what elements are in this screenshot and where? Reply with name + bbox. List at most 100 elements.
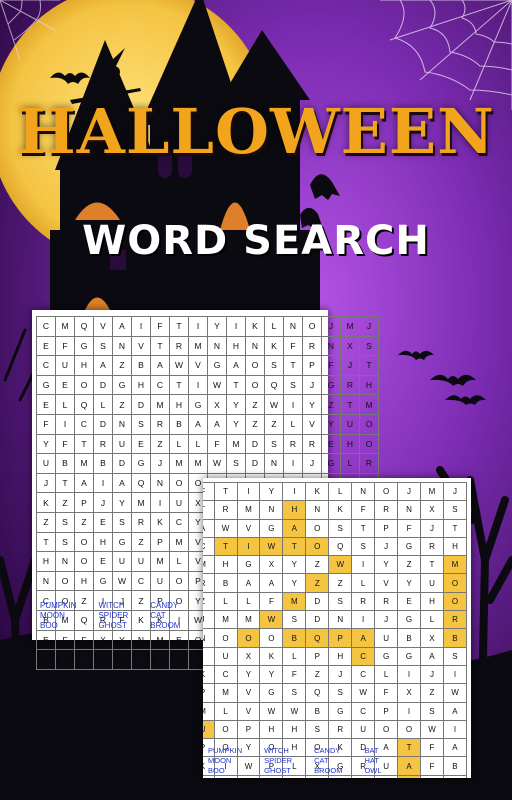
letter-cell[interactable]: S — [282, 610, 307, 630]
letter-cell[interactable]: N — [245, 335, 265, 357]
letter-cell[interactable]: R — [169, 335, 189, 357]
letter-cell[interactable]: G — [207, 355, 227, 376]
letter-cell[interactable]: Z — [245, 394, 265, 415]
letter-cell[interactable]: J — [36, 472, 56, 494]
letter-cell[interactable]: L — [169, 433, 189, 455]
letter-cell[interactable]: G — [74, 335, 94, 357]
letter-cell[interactable]: T — [150, 335, 170, 357]
letter-cell[interactable]: R — [328, 719, 353, 740]
letter-cell[interactable]: S — [131, 413, 151, 435]
letter-cell[interactable]: M — [150, 629, 170, 651]
letter-cell[interactable]: W — [112, 570, 132, 592]
letter-cell[interactable]: Y — [226, 394, 246, 415]
letter-cell[interactable]: S — [55, 531, 75, 553]
letter-cell[interactable]: M — [226, 433, 246, 455]
letter-cell[interactable]: R — [374, 774, 399, 778]
letter-cell[interactable]: E — [36, 335, 56, 357]
letter-cell[interactable]: O — [55, 570, 75, 592]
letter-cell[interactable]: O — [305, 518, 330, 538]
letter-cell[interactable]: N — [328, 610, 353, 630]
letter-cell[interactable]: R — [131, 511, 151, 533]
letter-cell[interactable]: O — [374, 719, 399, 740]
letter-cell[interactable]: N — [203, 628, 215, 648]
letter-cell[interactable]: B — [55, 453, 75, 474]
letter-cell[interactable]: E — [169, 629, 189, 651]
letter-cell[interactable]: H — [340, 433, 360, 455]
letter-cell[interactable]: L — [213, 701, 238, 721]
letter-cell[interactable]: H — [169, 394, 189, 415]
letter-cell[interactable]: J — [321, 316, 341, 337]
letter-cell[interactable]: L — [351, 573, 376, 593]
letter-cell[interactable]: G — [397, 646, 421, 666]
letter-cell[interactable]: Q — [74, 394, 94, 415]
letter-cell[interactable]: M — [169, 453, 189, 474]
letter-cell[interactable]: O — [213, 719, 238, 740]
letter-cell[interactable]: L — [283, 413, 303, 435]
letter-cell[interactable]: R — [351, 591, 376, 612]
letter-cell[interactable]: U — [55, 355, 75, 376]
letter-cell[interactable]: O — [259, 628, 284, 648]
letter-cell[interactable]: J — [150, 453, 170, 474]
letter-cell[interactable]: M — [169, 531, 189, 553]
letter-cell[interactable]: U — [169, 492, 189, 513]
letter-cell[interactable]: C — [169, 511, 189, 533]
letter-cell[interactable]: A — [420, 646, 444, 666]
letter-cell[interactable]: Z — [74, 511, 94, 533]
letter-cell[interactable]: S — [55, 511, 75, 533]
letter-cell[interactable]: L — [420, 774, 444, 778]
letter-cell[interactable]: M — [188, 335, 208, 357]
letter-cell[interactable]: Y — [112, 629, 132, 651]
letter-cell[interactable]: N — [321, 335, 341, 357]
letter-cell[interactable]: W — [131, 649, 151, 670]
letter-cell[interactable]: H — [213, 555, 238, 575]
letter-cell[interactable]: C — [150, 374, 170, 396]
letter-cell[interactable]: L — [374, 664, 399, 685]
letter-cell[interactable]: J — [420, 664, 444, 685]
letter-cell[interactable]: X — [420, 628, 444, 648]
letter-cell[interactable]: Z — [420, 683, 444, 703]
letter-cell[interactable]: N — [207, 335, 227, 357]
letter-cell[interactable]: J — [374, 536, 399, 557]
letter-cell[interactable]: S — [226, 453, 246, 474]
letter-cell[interactable]: O — [359, 413, 379, 435]
letter-cell[interactable]: F — [55, 335, 75, 357]
letter-cell[interactable]: Y — [374, 555, 399, 575]
letter-cell[interactable]: H — [282, 500, 307, 520]
letter-cell[interactable]: N — [305, 500, 330, 520]
letter-cell[interactable]: W — [207, 453, 227, 474]
letter-cell[interactable]: F — [397, 518, 421, 538]
letter-cell[interactable]: W — [282, 701, 307, 721]
letter-cell[interactable]: C — [74, 413, 94, 435]
letter-cell[interactable]: M — [213, 683, 238, 703]
letter-cell[interactable]: C — [36, 316, 56, 337]
letter-cell[interactable]: P — [374, 518, 399, 538]
letter-cell[interactable]: M — [188, 453, 208, 474]
letter-cell[interactable]: A — [207, 413, 227, 435]
letter-cell[interactable]: M — [55, 316, 75, 337]
letter-cell[interactable]: V — [131, 335, 151, 357]
letter-cell[interactable]: O — [359, 433, 379, 455]
letter-cell[interactable]: W — [259, 610, 284, 630]
letter-cell[interactable]: M — [442, 555, 468, 575]
letter-cell[interactable]: Q — [328, 536, 353, 557]
letter-cell[interactable]: I — [283, 453, 303, 474]
letter-cell[interactable]: L — [93, 394, 113, 415]
letter-cell[interactable]: A — [169, 649, 189, 670]
letter-cell[interactable]: T — [55, 472, 75, 494]
letter-cell[interactable]: A — [112, 649, 132, 670]
letter-cell[interactable]: H — [36, 551, 56, 572]
letter-cell[interactable]: U — [340, 413, 360, 435]
letter-cell[interactable]: X — [207, 394, 227, 415]
letter-cell[interactable]: S — [283, 374, 303, 396]
letter-cell[interactable]: G — [259, 683, 284, 703]
letter-cell[interactable]: B — [169, 413, 189, 435]
letter-cell[interactable]: F — [55, 629, 75, 651]
letter-cell[interactable]: S — [328, 591, 353, 612]
letter-cell[interactable]: J — [282, 774, 307, 778]
letter-cell[interactable]: I — [93, 472, 113, 494]
letter-cell[interactable]: A — [442, 774, 468, 778]
letter-cell[interactable]: A — [236, 573, 261, 593]
letter-cell[interactable]: B — [213, 573, 238, 593]
letter-cell[interactable]: J — [374, 610, 399, 630]
letter-cell[interactable]: N — [259, 500, 284, 520]
